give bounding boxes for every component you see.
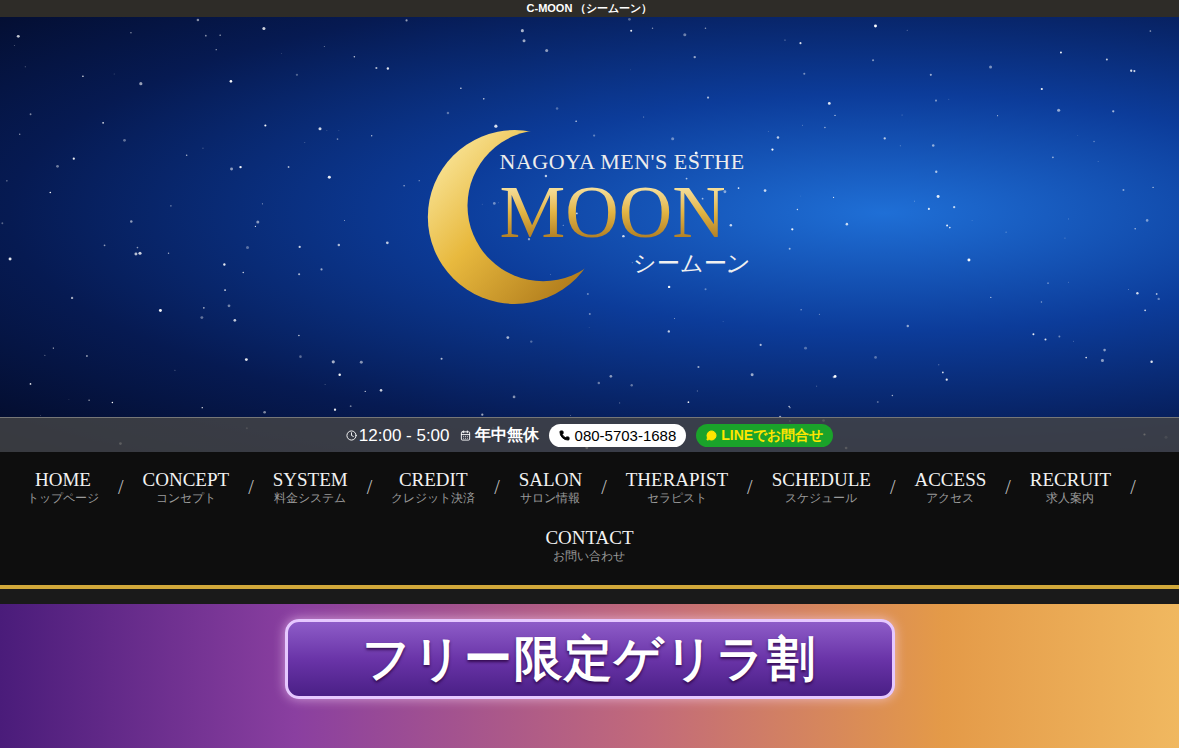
phone-button[interactable]: 080-5703-1688 <box>549 424 687 447</box>
nav-item-label: RECRUIT <box>1030 469 1111 491</box>
nav-separator: / <box>747 472 753 502</box>
logo-kana: シームーン <box>500 250 755 276</box>
nav-item-sublabel: 料金システム <box>274 491 346 505</box>
nav-item[interactable]: CONTACTお問い合わせ <box>545 527 633 563</box>
main-nav: HOMEトップページ / CONCEPTコンセプト / SYSTEM料金システム / CRE… <box>0 452 1179 585</box>
banner-plaque: フリー限定ゲリラ割 <box>285 619 895 699</box>
promo-banner[interactable]: フリー限定ゲリラ割 <box>0 604 1179 748</box>
nav-item[interactable]: CREDITクレジット決済 <box>391 469 475 505</box>
line-button[interactable]: LINEでお問合せ <box>696 424 833 447</box>
nav-separator: / <box>890 472 896 502</box>
nav-separator: / <box>1130 472 1136 502</box>
nav-item-sublabel: お問い合わせ <box>553 549 625 563</box>
hero: NAGOYA MEN'S ESTHEMOONシームーン 12:00 - 5:00 年… <box>0 17 1179 452</box>
nav-item-sublabel: クレジット決済 <box>391 491 475 505</box>
top-bar: C-MOON （シームーン） <box>0 0 1179 17</box>
nav-separator: / <box>248 472 254 502</box>
nav-item[interactable]: SALONサロン情報 <box>519 469 582 505</box>
holiday: 年中無休 <box>460 427 539 443</box>
nav-item-label: SALON <box>519 469 582 491</box>
logo-name: MOON <box>500 174 755 250</box>
nav-separator: / <box>367 472 373 502</box>
nav-item-sublabel: セラピスト <box>647 491 707 505</box>
logo-tagline: NAGOYA MEN'S ESTHE <box>500 150 755 174</box>
nav-item-label: SYSTEM <box>273 469 348 491</box>
nav-item-sublabel: スケジュール <box>785 491 857 505</box>
nav-item-label: CONTACT <box>545 527 633 549</box>
nav-item[interactable]: SCHEDULEスケジュール <box>772 469 871 505</box>
nav-item[interactable]: ACCESSアクセス <box>914 469 986 505</box>
logo-text: NAGOYA MEN'S ESTHEMOONシームーン <box>425 122 755 276</box>
phone-icon <box>559 430 570 441</box>
nav-item-sublabel: トップページ <box>27 491 99 505</box>
banner-title: フリー限定ゲリラ割 <box>362 635 817 683</box>
nav-row: HOMEトップページ / CONCEPTコンセプト / SYSTEM料金システム / CRE… <box>0 469 1179 505</box>
nav-row: CONTACTお問い合わせ <box>0 527 1179 563</box>
site-title: C-MOON （シームーン） <box>527 3 653 14</box>
nav-item-label: SCHEDULE <box>772 469 871 491</box>
nav-item-label: HOME <box>35 469 91 491</box>
nav-item-label: THERAPIST <box>626 469 728 491</box>
nav-separator: / <box>601 472 607 502</box>
nav-separator: / <box>118 472 124 502</box>
line-icon <box>706 430 717 441</box>
nav-item-sublabel: サロン情報 <box>520 491 580 505</box>
logo-area: NAGOYA MEN'S ESTHEMOONシームーン <box>0 17 1179 417</box>
nav-item-label: ACCESS <box>914 469 986 491</box>
nav-item[interactable]: SYSTEM料金システム <box>273 469 348 505</box>
clock-icon <box>346 430 357 441</box>
info-bar: 12:00 - 5:00 年中無休 080-5703-1688 LINEでお問合せ <box>0 417 1179 452</box>
nav-item-sublabel: コンセプト <box>156 491 216 505</box>
page: C-MOON （シームーン） NAGOYA MEN'S ESTHEMOONシームー… <box>0 0 1179 748</box>
hours: 12:00 - 5:00 <box>346 427 450 444</box>
nav-item[interactable]: HOMEトップページ <box>27 469 99 505</box>
logo: NAGOYA MEN'S ESTHEMOONシームーン <box>425 122 755 312</box>
nav-separator: / <box>494 472 500 502</box>
nav-item-sublabel: アクセス <box>926 491 974 505</box>
divider-gap <box>0 589 1179 604</box>
nav-item[interactable]: THERAPISTセラピスト <box>626 469 728 505</box>
calendar-icon <box>460 430 471 441</box>
nav-item-label: CREDIT <box>399 469 468 491</box>
nav-item[interactable]: RECRUIT求人案内 <box>1030 469 1111 505</box>
nav-item-label: CONCEPT <box>143 469 230 491</box>
nav-separator: / <box>1005 472 1011 502</box>
nav-item-sublabel: 求人案内 <box>1046 491 1094 505</box>
nav-item[interactable]: CONCEPTコンセプト <box>143 469 230 505</box>
